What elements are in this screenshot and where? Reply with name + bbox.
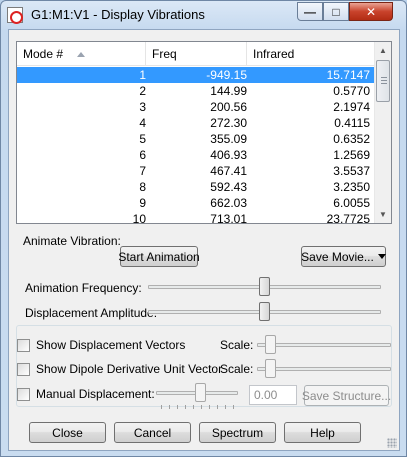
cell-mode: 1: [139, 68, 146, 82]
table-row[interactable]: 8 592.43 3.2350: [17, 179, 375, 195]
gaussview-icon: [7, 7, 23, 24]
displacement-amplitude-slider[interactable]: [259, 302, 270, 321]
minimize-button[interactable]: —: [297, 2, 323, 21]
dialog-body: Mode # Freq Infrared 1 -949.15 15.7147 2 144…: [8, 29, 400, 451]
cell-freq: 662.03: [210, 196, 247, 210]
column-header-freq[interactable]: Freq: [146, 42, 247, 66]
table-body: 1 -949.15 15.7147 2 144.99 0.5770 3 200.56 2.197…: [17, 67, 375, 224]
cell-freq: 406.93: [210, 148, 247, 162]
table-scrollbar[interactable]: ▲ ▼: [374, 42, 391, 223]
close-window-button[interactable]: ✕: [349, 2, 393, 21]
cell-mode: 8: [139, 180, 146, 194]
dipole-vector-scale-slider[interactable]: [265, 359, 276, 378]
display-vibrations-window: G1:M1:V1 - Display Vibrations — □ ✕ Mode…: [0, 0, 407, 457]
close-icon: ✕: [365, 4, 377, 19]
scrollbar-thumb[interactable]: [376, 60, 390, 102]
modes-table[interactable]: Mode # Freq Infrared 1 -949.15 15.7147 2 144…: [16, 41, 392, 224]
cell-freq: 467.41: [210, 164, 247, 178]
cell-freq: 355.09: [210, 132, 247, 146]
close-button[interactable]: Close: [29, 422, 106, 443]
manual-displacement-slider[interactable]: [195, 383, 206, 402]
table-row[interactable]: 9 662.03 6.0055: [17, 195, 375, 211]
manual-displacement-checkbox[interactable]: [17, 388, 30, 401]
cell-mode: 5: [139, 132, 146, 146]
table-row[interactable]: 7 467.41 3.5537: [17, 163, 375, 179]
table-row[interactable]: 3 200.56 2.1974: [17, 99, 375, 115]
cell-ir: 0.4115: [334, 116, 370, 130]
cell-ir: 23.7725: [326, 212, 370, 224]
displacement-vectors-scale-label: Scale:: [220, 338, 254, 352]
cell-ir: 2.1974: [333, 100, 370, 114]
cell-freq: 713.01: [210, 212, 247, 224]
cell-freq: 272.30: [210, 116, 247, 130]
cell-ir: 0.5770: [333, 84, 370, 98]
displacement-amplitude-label: Displacement Amplitude:: [25, 306, 158, 320]
cell-mode: 2: [139, 84, 146, 98]
animation-frequency-slider[interactable]: [259, 277, 270, 296]
displacement-vectors-scale-track: [257, 343, 391, 347]
cell-mode: 9: [139, 196, 146, 210]
cell-mode: 3: [139, 100, 146, 114]
table-header: Mode # Freq Infrared: [17, 42, 375, 66]
cell-freq: 200.56: [210, 100, 247, 114]
table-row[interactable]: 10 713.01 23.7725: [17, 211, 375, 224]
maximize-icon: □: [332, 4, 340, 19]
manual-displacement-label: Manual Displacement:: [36, 387, 155, 401]
displacement-vectors-scale-slider[interactable]: [265, 335, 276, 354]
minimize-icon: —: [304, 4, 316, 19]
scroll-up-arrow-icon[interactable]: ▲: [375, 42, 391, 59]
save-structure-button[interactable]: Save Structure...: [302, 385, 391, 406]
column-header-infrared[interactable]: Infrared: [247, 42, 375, 66]
maximize-button[interactable]: □: [323, 2, 349, 21]
cell-mode: 6: [139, 148, 146, 162]
cell-ir: 3.2350: [333, 180, 370, 194]
table-row[interactable]: 5 355.09 0.6352: [17, 131, 375, 147]
manual-displacement-value-field[interactable]: 0.00: [249, 385, 297, 405]
cell-mode: 4: [139, 116, 146, 130]
dropdown-caret-icon: [377, 254, 386, 259]
animation-frequency-label: Animation Frequency:: [25, 281, 142, 295]
title-bar[interactable]: G1:M1:V1 - Display Vibrations — □ ✕: [1, 1, 406, 29]
cell-ir: 1.2569: [333, 148, 370, 162]
save-movie-button[interactable]: Save Movie...: [301, 246, 386, 267]
cell-mode: 10: [132, 212, 146, 224]
show-dipole-vector-label: Show Dipole Derivative Unit Vector: [36, 362, 223, 376]
sort-ascending-icon: [77, 52, 86, 58]
cell-freq: 144.99: [210, 84, 247, 98]
cell-mode: 7: [139, 164, 146, 178]
cell-ir: 0.6352: [333, 132, 370, 146]
show-displacement-vectors-label: Show Displacement Vectors: [36, 338, 186, 352]
cell-freq: -949.15: [206, 68, 247, 82]
cell-freq: 592.43: [210, 180, 247, 194]
show-dipole-vector-checkbox[interactable]: [17, 363, 30, 376]
table-row[interactable]: 6 406.93 1.2569: [17, 147, 375, 163]
scroll-down-arrow-icon[interactable]: ▼: [375, 206, 391, 223]
show-displacement-vectors-checkbox[interactable]: [17, 339, 30, 352]
table-row[interactable]: 1 -949.15 15.7147: [17, 67, 375, 83]
window-title: G1:M1:V1 - Display Vibrations: [31, 7, 205, 22]
spectrum-button[interactable]: Spectrum: [199, 422, 276, 443]
cell-ir: 15.7147: [326, 68, 370, 82]
help-button[interactable]: Help: [284, 422, 361, 443]
cancel-button[interactable]: Cancel: [114, 422, 191, 443]
start-animation-button[interactable]: Start Animation: [118, 246, 200, 267]
table-row[interactable]: 2 144.99 0.5770: [17, 83, 375, 99]
dipole-vector-scale-label: Scale:: [220, 362, 254, 376]
dipole-vector-scale-track: [257, 367, 391, 371]
table-row[interactable]: 4 272.30 0.4115: [17, 115, 375, 131]
cell-ir: 6.0055: [333, 196, 370, 210]
animate-vibration-label: Animate Vibration:: [23, 234, 121, 248]
resize-grip-icon[interactable]: [387, 438, 397, 448]
column-header-mode[interactable]: Mode #: [17, 42, 146, 66]
cell-ir: 3.5537: [333, 164, 370, 178]
